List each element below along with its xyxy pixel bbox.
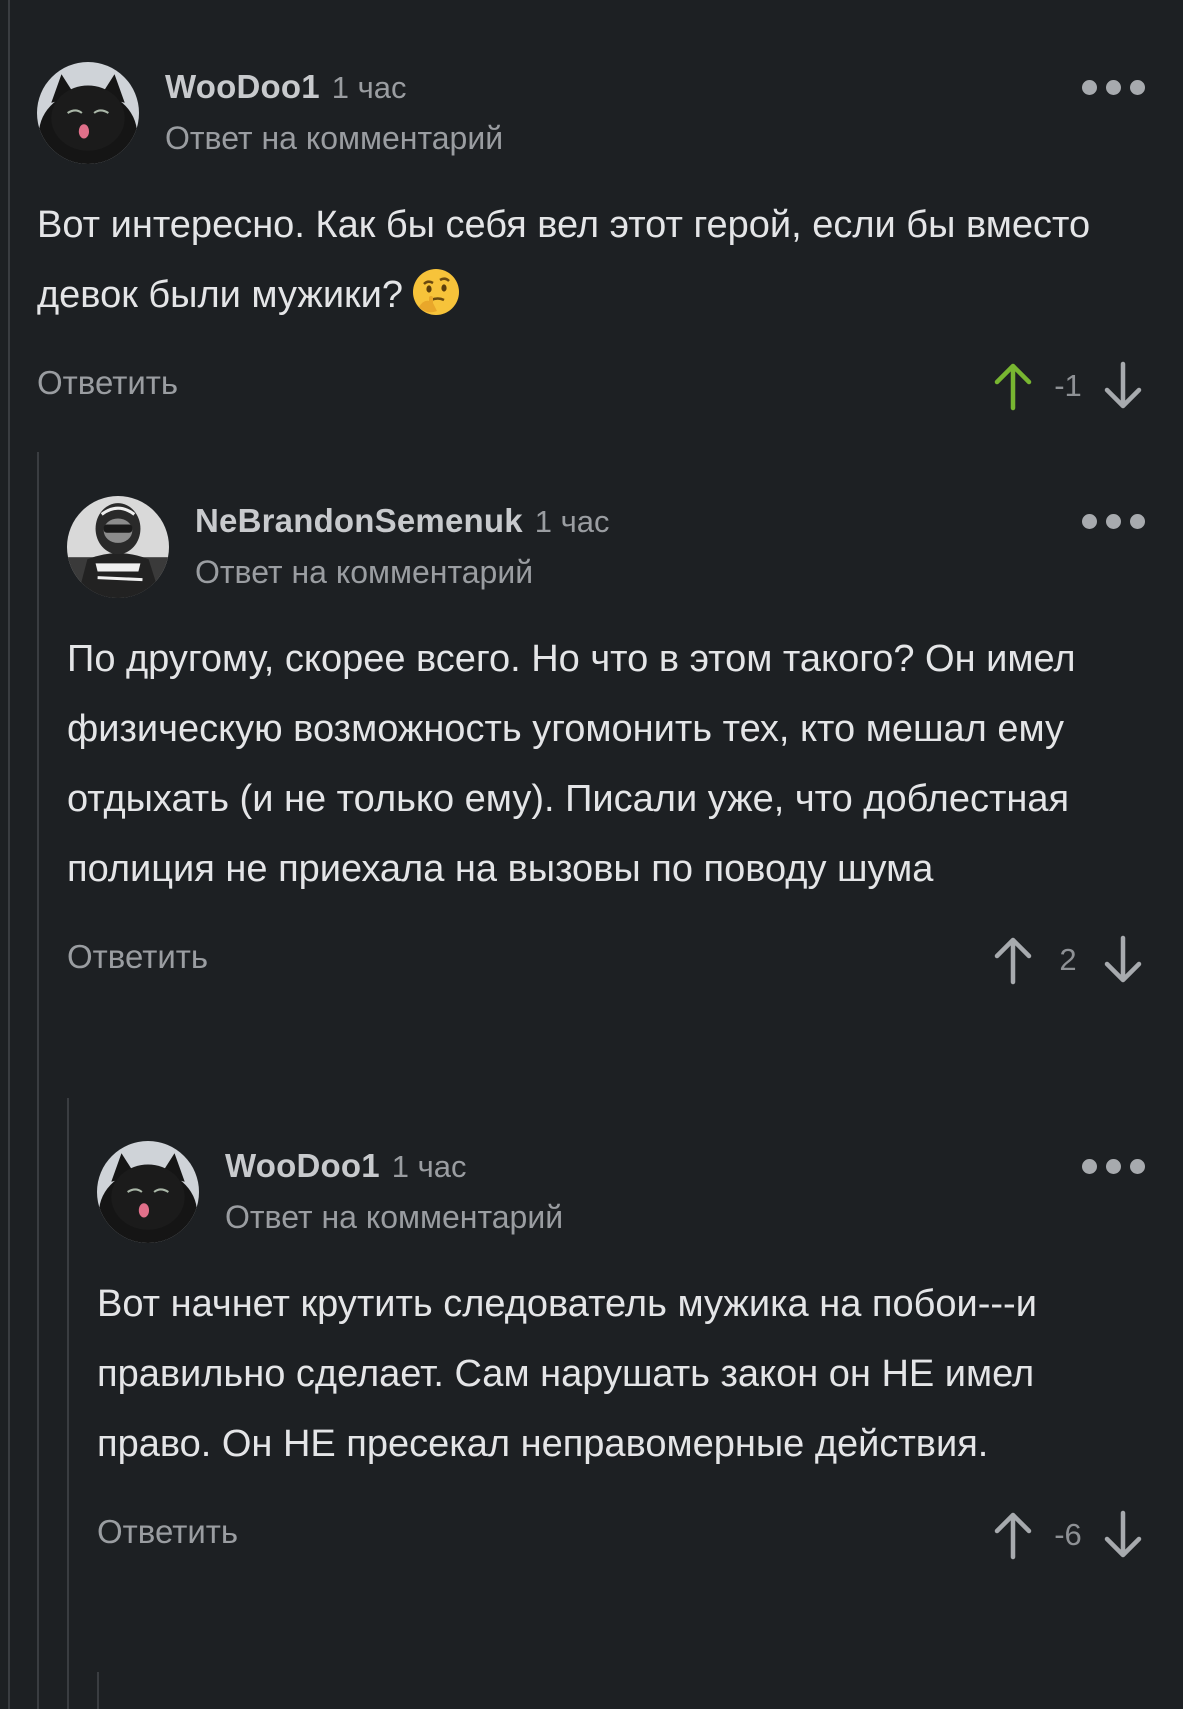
upvote-button[interactable] [991, 934, 1035, 986]
reply-button[interactable]: Ответить [97, 1513, 238, 1551]
dot-icon [1082, 514, 1097, 529]
comment-time: 1 час [534, 504, 610, 539]
author-name[interactable]: WooDoo1 [165, 68, 320, 105]
comment-header: WooDoo1 1 час Ответ на комментарий [97, 1141, 1183, 1245]
arrow-up-icon [994, 937, 1032, 985]
arrow-down-icon [1104, 361, 1142, 409]
thread-line-level-1 [37, 452, 39, 1709]
comment: NeBrandonSemenuk 1 час Ответ на комментар… [67, 496, 1183, 992]
dot-icon [1106, 80, 1121, 95]
reply-to-label[interactable]: Ответ на комментарий [165, 120, 503, 157]
downvote-button[interactable] [1101, 934, 1145, 986]
dot-icon [1130, 1159, 1145, 1174]
comment-text-content: Вот интересно. Как бы себя вел этот геро… [37, 204, 1091, 316]
reply-button[interactable]: Ответить [37, 364, 178, 402]
dot-icon [1130, 80, 1145, 95]
comment-text: Вот начнет крутить следователь мужика на… [97, 1283, 1037, 1465]
avatar[interactable] [37, 62, 139, 164]
comment-footer: Ответить -6 [97, 1507, 1183, 1567]
thread-line-level-3 [97, 1672, 99, 1709]
dot-icon [1130, 514, 1145, 529]
author-name[interactable]: WooDoo1 [225, 1147, 380, 1184]
dot-icon [1082, 1159, 1097, 1174]
vote-group: -6 [991, 1507, 1145, 1563]
thread-line-level-2 [67, 1098, 69, 1709]
rating-value: -6 [1054, 1517, 1082, 1552]
downvote-button[interactable] [1101, 1509, 1145, 1561]
comment: WooDoo1 1 час Ответ на комментарий Вот ин… [37, 62, 1183, 418]
comment-text: Вот интересно. Как бы себя вел этот геро… [37, 190, 1183, 330]
thinking-face-icon [413, 269, 460, 315]
upvote-button[interactable] [991, 1509, 1035, 1561]
rating-value: -1 [1054, 368, 1082, 403]
author-line: WooDoo1 1 час [165, 68, 407, 106]
dot-icon [1106, 514, 1121, 529]
thread-line-level-0 [8, 0, 10, 1709]
comment: WooDoo1 1 час Ответ на комментарий Вот на… [97, 1141, 1183, 1567]
upvote-button[interactable] [991, 360, 1035, 412]
comment-footer: Ответить -1 [37, 358, 1183, 418]
comment-header: NeBrandonSemenuk 1 час Ответ на комментар… [67, 496, 1183, 600]
more-options-button[interactable] [1082, 1159, 1145, 1174]
arrow-down-icon [1104, 1510, 1142, 1558]
reply-to-label[interactable]: Ответ на комментарий [195, 554, 533, 591]
dot-icon [1106, 1159, 1121, 1174]
comment-time: 1 час [331, 70, 407, 105]
avatar[interactable] [97, 1141, 199, 1243]
comment-time: 1 час [391, 1149, 467, 1184]
reply-to-label[interactable]: Ответ на комментарий [225, 1199, 563, 1236]
author-name[interactable]: NeBrandonSemenuk [195, 502, 523, 539]
downvote-button[interactable] [1101, 360, 1145, 412]
comment-text: По другому, скорее всего. Но что в этом … [67, 638, 1076, 890]
vote-group: -1 [991, 358, 1145, 414]
comment-header: WooDoo1 1 час Ответ на комментарий [37, 62, 1183, 166]
author-line: NeBrandonSemenuk 1 час [195, 502, 610, 540]
author-line: WooDoo1 1 час [225, 1147, 467, 1185]
reply-button[interactable]: Ответить [67, 938, 208, 976]
arrow-up-icon [994, 1512, 1032, 1560]
more-options-button[interactable] [1082, 514, 1145, 529]
comment-footer: Ответить 2 [67, 932, 1183, 992]
vote-group: 2 [991, 932, 1145, 988]
dot-icon [1082, 80, 1097, 95]
arrow-down-icon [1104, 935, 1142, 983]
more-options-button[interactable] [1082, 80, 1145, 95]
arrow-up-icon [994, 363, 1032, 411]
rating-value: 2 [1059, 942, 1077, 977]
avatar[interactable] [67, 496, 169, 598]
